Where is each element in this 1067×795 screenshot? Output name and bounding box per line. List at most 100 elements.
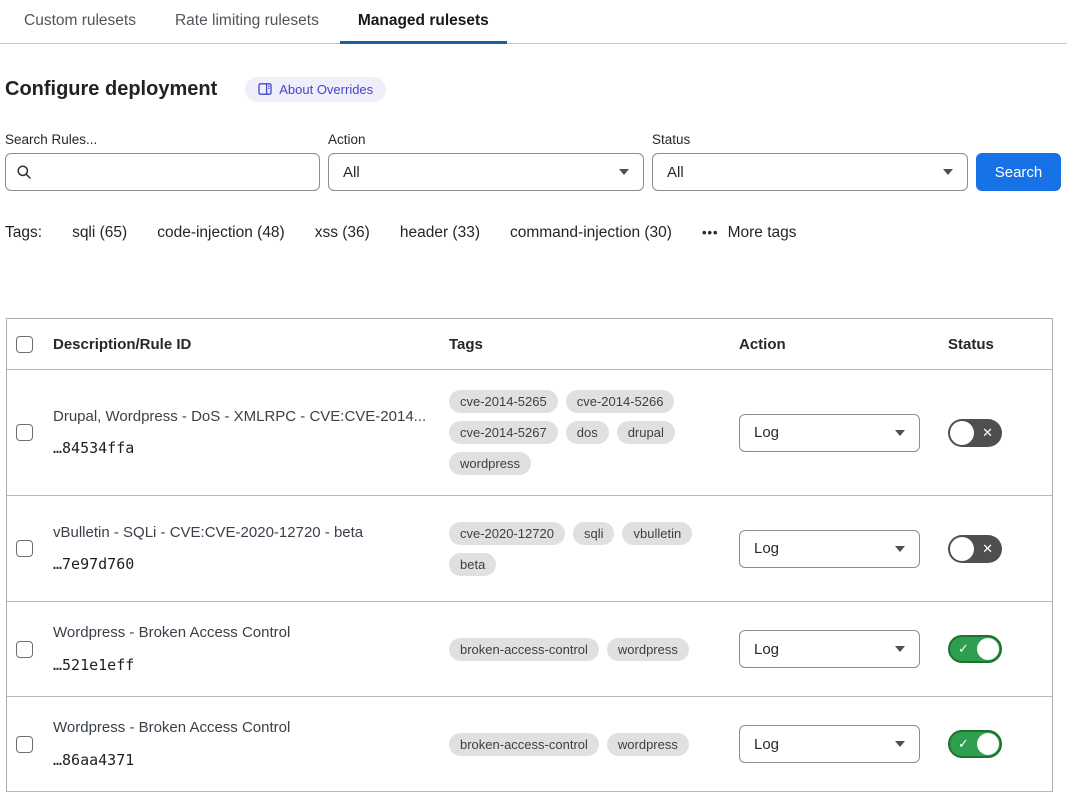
tab-bar: Custom rulesetsRate limiting rulesetsMan… <box>0 0 1067 44</box>
rule-tags: cve-2014-5265 cve-2014-5266 cve-2014-5267 d… <box>449 378 739 487</box>
more-tags-button[interactable]: ••• More tags <box>702 224 797 242</box>
status-filter-select[interactable]: All <box>652 153 968 191</box>
more-tags-label: More tags <box>728 224 797 242</box>
row-checkbox[interactable] <box>16 641 33 658</box>
rule-id: …521e1eff <box>53 656 449 674</box>
tag-pill: wordpress <box>449 452 531 475</box>
tag-pill: cve-2014-5267 <box>449 421 558 444</box>
tags-bar-label: Tags: <box>5 224 42 242</box>
chevron-down-icon <box>895 741 905 747</box>
chevron-down-icon <box>943 169 953 175</box>
column-header-status: Status <box>940 336 1052 353</box>
row-checkbox[interactable] <box>16 736 33 753</box>
table-header-row: Description/Rule ID Tags Action Status <box>7 319 1052 369</box>
tag-pill: sqli <box>573 522 615 545</box>
toggle-knob <box>977 638 999 660</box>
status-filter-value: All <box>667 164 684 181</box>
tag-link[interactable]: command-injection (30) <box>510 224 672 242</box>
about-overrides-label: About Overrides <box>279 82 373 97</box>
row-checkbox[interactable] <box>16 540 33 557</box>
tag-pill: wordpress <box>607 733 689 756</box>
tag-link[interactable]: code-injection (48) <box>157 224 285 242</box>
filter-bar: Search Rules... Action All Status All Se… <box>5 132 1067 191</box>
row-action-select[interactable]: Log <box>739 630 920 668</box>
toggle-state-icon: ✓ <box>958 732 969 756</box>
tag-pill: cve-2020-12720 <box>449 522 565 545</box>
book-icon <box>258 82 272 96</box>
tag-pill: drupal <box>617 421 675 444</box>
chevron-down-icon <box>895 646 905 652</box>
tags-bar: Tags: sqli (65) code-injection (48) xss (3… <box>5 222 1067 243</box>
toggle-state-icon: ✕ <box>982 419 993 447</box>
status-toggle[interactable]: ✓ <box>948 730 1002 758</box>
rule-tags: broken-access-control wordpress <box>449 721 739 768</box>
status-toggle[interactable]: ✕ <box>948 535 1002 563</box>
tag-pill: wordpress <box>607 638 689 661</box>
row-checkbox[interactable] <box>16 424 33 441</box>
status-toggle[interactable]: ✕ <box>948 419 1002 447</box>
toggle-knob <box>977 733 999 755</box>
toggle-state-icon: ✓ <box>958 637 969 661</box>
rule-id: …84534ffa <box>53 439 449 457</box>
row-action-select[interactable]: Log <box>739 530 920 568</box>
tag-pill: vbulletin <box>622 522 692 545</box>
column-header-tags: Tags <box>449 336 739 353</box>
action-filter-label: Action <box>328 132 644 147</box>
rule-id: …86aa4371 <box>53 751 449 769</box>
about-overrides-badge[interactable]: About Overrides <box>245 77 386 102</box>
select-all-checkbox[interactable] <box>16 336 33 353</box>
ellipsis-icon: ••• <box>702 225 719 240</box>
column-header-description: Description/Rule ID <box>53 336 449 353</box>
action-filter-value: All <box>343 164 360 181</box>
row-action-select[interactable]: Log <box>739 725 920 763</box>
status-toggle[interactable]: ✓ <box>948 635 1002 663</box>
chevron-down-icon <box>619 169 629 175</box>
rule-tags: broken-access-control wordpress <box>449 626 739 673</box>
rule-tags: cve-2020-12720 sqli vbulletin beta <box>449 510 739 588</box>
table-row: Wordpress - Broken Access Control …521e1… <box>7 601 1052 696</box>
page-title: Configure deployment <box>5 78 217 101</box>
tag-link[interactable]: xss (36) <box>315 224 370 242</box>
rule-description: Wordpress - Broken Access Control <box>53 719 449 738</box>
table-row: Wordpress - Broken Access Control …86aa4… <box>7 696 1052 792</box>
tab-custom-rulesets[interactable]: Custom rulesets <box>6 0 154 44</box>
row-action-value: Log <box>754 736 779 753</box>
rule-description: Drupal, Wordpress - DoS - XMLRPC - CVE:C… <box>53 408 449 427</box>
tag-pill: broken-access-control <box>449 638 599 661</box>
rule-description: Wordpress - Broken Access Control <box>53 624 449 643</box>
search-input-box[interactable] <box>5 153 320 191</box>
status-filter-label: Status <box>652 132 968 147</box>
tag-link[interactable]: sqli (65) <box>72 224 127 242</box>
tag-link[interactable]: header (33) <box>400 224 480 242</box>
rule-id: …7e97d760 <box>53 555 449 573</box>
search-icon <box>16 164 32 180</box>
table-row: Drupal, Wordpress - DoS - XMLRPC - CVE:C… <box>7 369 1052 495</box>
search-label: Search Rules... <box>5 132 320 147</box>
tag-pill: cve-2014-5266 <box>566 390 675 413</box>
page-header: Configure deployment About Overrides <box>5 75 1067 103</box>
row-action-select[interactable]: Log <box>739 414 920 452</box>
action-filter-select[interactable]: All <box>328 153 644 191</box>
tag-links: sqli (65) code-injection (48) xss (36) head… <box>72 224 672 242</box>
tag-pill: broken-access-control <box>449 733 599 756</box>
table-row: vBulletin - SQLi - CVE:CVE-2020-12720 - … <box>7 495 1052 601</box>
row-action-value: Log <box>754 540 779 557</box>
tab-managed-rulesets[interactable]: Managed rulesets <box>340 0 507 44</box>
toggle-state-icon: ✕ <box>982 535 993 563</box>
tab-rate-limiting-rulesets[interactable]: Rate limiting rulesets <box>157 0 337 44</box>
table-body: Drupal, Wordpress - DoS - XMLRPC - CVE:C… <box>7 369 1052 792</box>
search-input[interactable] <box>40 163 309 182</box>
row-action-value: Log <box>754 424 779 441</box>
search-button[interactable]: Search <box>976 153 1061 191</box>
row-action-value: Log <box>754 641 779 658</box>
tag-pill: cve-2014-5265 <box>449 390 558 413</box>
chevron-down-icon <box>895 546 905 552</box>
tag-pill: beta <box>449 553 496 576</box>
rules-table: Description/Rule ID Tags Action Status D… <box>6 318 1053 792</box>
toggle-knob <box>950 421 974 445</box>
toggle-knob <box>950 537 974 561</box>
rule-description: vBulletin - SQLi - CVE:CVE-2020-12720 - … <box>53 524 449 543</box>
tag-pill: dos <box>566 421 609 444</box>
column-header-action: Action <box>739 336 940 353</box>
chevron-down-icon <box>895 430 905 436</box>
